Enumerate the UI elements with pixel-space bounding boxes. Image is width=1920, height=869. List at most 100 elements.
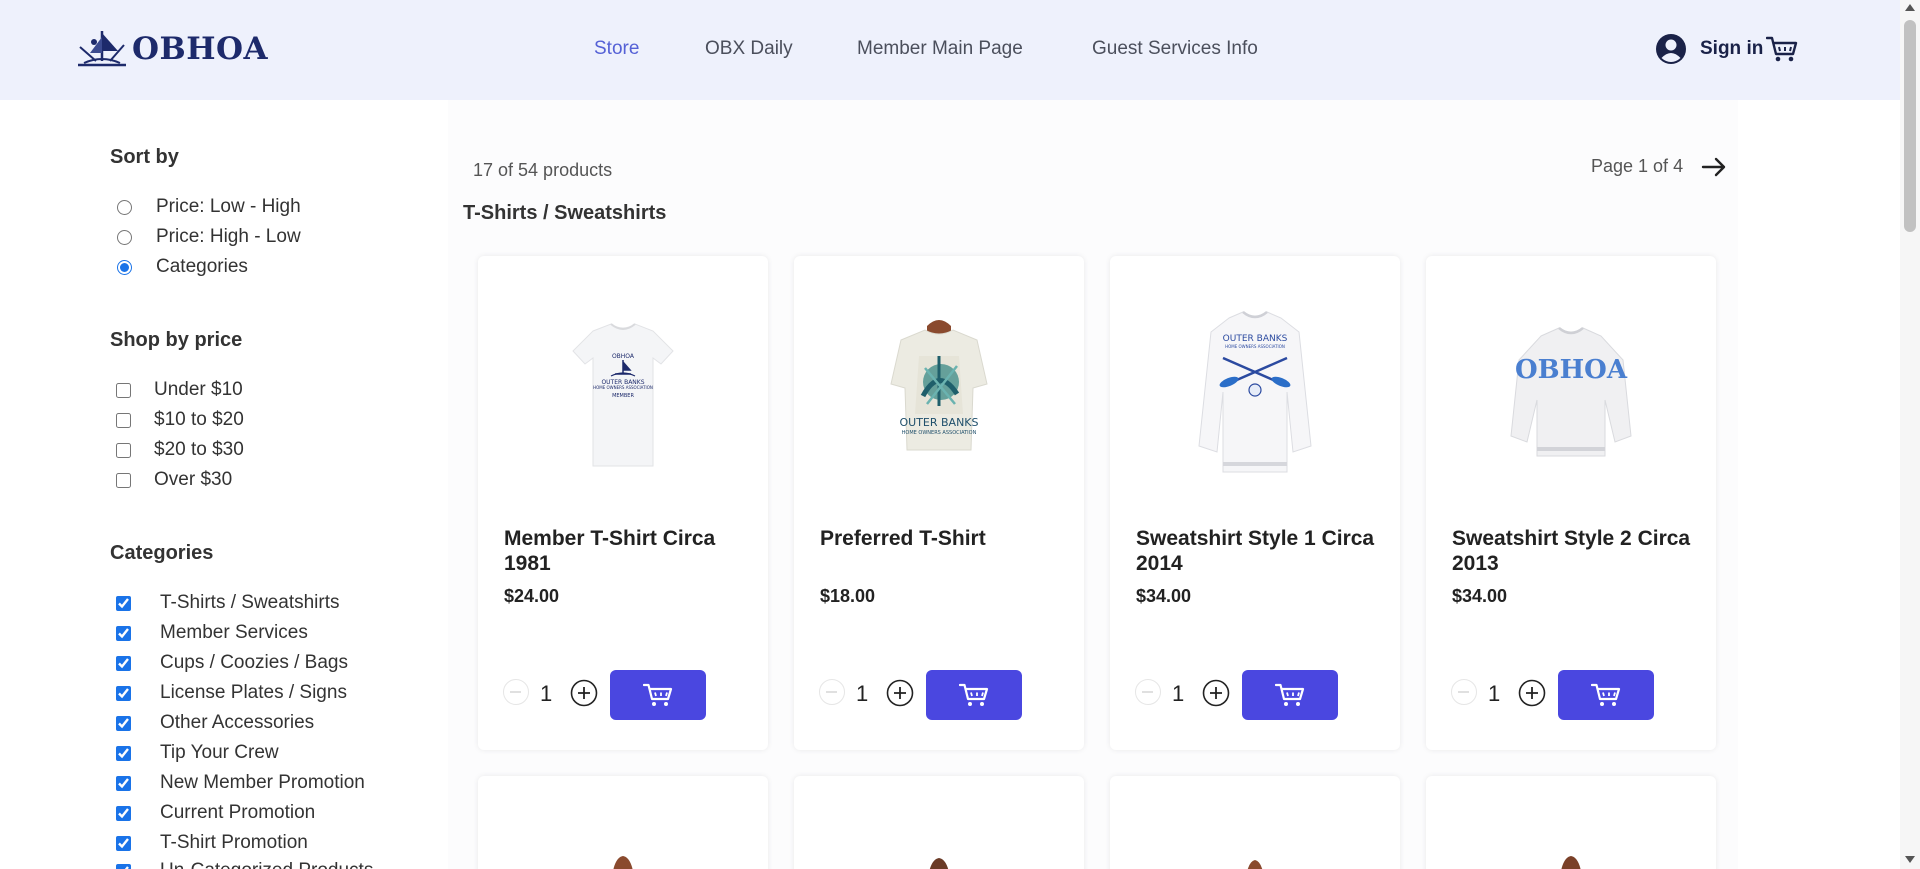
nav-link-guest-services-info[interactable]: Guest Services Info <box>1092 38 1258 60</box>
category-checkbox[interactable] <box>116 805 131 821</box>
add-to-cart-button[interactable] <box>1558 670 1654 720</box>
category-filter-label: License Plates / Signs <box>160 682 347 703</box>
price-filter-label: Over $30 <box>154 469 233 490</box>
cart-icon[interactable] <box>1766 35 1798 63</box>
cart-icon <box>959 683 989 706</box>
product-card[interactable]: OUTER BANKS HOME OWNERS ASSOCIATION Swea… <box>1110 256 1400 750</box>
add-to-cart-button[interactable] <box>926 670 1022 720</box>
product-image-sweatshirt-style-2[interactable]: OBHOA <box>1491 296 1651 486</box>
quantity-decrement-button[interactable] <box>1135 679 1161 705</box>
price-filter-over-30[interactable]: Over $30 <box>116 469 232 491</box>
scrollbar-thumb[interactable] <box>1904 20 1916 232</box>
quantity-decrement-button[interactable] <box>503 679 529 705</box>
product-image-preferred-tshirt[interactable]: OUTER BANKS HOME OWNERS ASSOCIATION <box>859 296 1019 486</box>
scroll-down-arrow-icon[interactable] <box>1905 856 1915 863</box>
category-heading: T-Shirts / Sweatshirts <box>463 202 667 224</box>
product-title[interactable]: Preferred T-Shirt <box>820 526 1060 551</box>
product-card[interactable]: OBHOA OUTER BANKS HOME OWNERS ASSOCIATIO… <box>478 256 768 750</box>
category-filter-label: T-Shirt Promotion <box>160 832 308 853</box>
next-page-arrow-icon[interactable] <box>1701 157 1727 177</box>
category-filter-new-member-promotion[interactable]: New Member Promotion <box>116 772 365 794</box>
category-checkbox[interactable] <box>116 685 131 701</box>
account-area: Sign in <box>1655 33 1798 65</box>
product-title[interactable]: Member T-Shirt Circa 1981 <box>504 526 744 576</box>
category-filter-license-plates[interactable]: License Plates / Signs <box>116 682 347 704</box>
category-filter-uncategorized[interactable]: Un-Categorized Products <box>116 860 373 869</box>
account-user-icon[interactable] <box>1655 33 1687 65</box>
svg-text:OBHOA: OBHOA <box>1515 355 1628 385</box>
product-title[interactable]: Sweatshirt Style 2 Circa 2013 <box>1452 526 1692 576</box>
price-checkbox[interactable] <box>116 382 131 398</box>
svg-text:HOME OWNERS ASSOCIATION: HOME OWNERS ASSOCIATION <box>593 385 653 390</box>
add-to-cart-button[interactable] <box>610 670 706 720</box>
category-checkbox[interactable] <box>116 745 131 761</box>
quantity-increment-icon[interactable] <box>1518 679 1546 707</box>
price-filter-20-to-30[interactable]: $20 to $30 <box>116 439 244 461</box>
product-card[interactable] <box>1110 776 1400 869</box>
add-to-cart-button[interactable] <box>1242 670 1338 720</box>
sort-option-price-high-low[interactable]: Price: High - Low <box>117 226 301 248</box>
quantity-increment-icon[interactable] <box>1202 679 1230 707</box>
sort-option-categories[interactable]: Categories <box>117 256 248 278</box>
nav-link-obx-daily[interactable]: OBX Daily <box>705 38 793 60</box>
category-checkbox[interactable] <box>116 775 131 791</box>
category-filter-tshirt-promotion[interactable]: T-Shirt Promotion <box>116 832 308 854</box>
category-checkbox[interactable] <box>116 595 131 611</box>
category-filter-tshirts[interactable]: T-Shirts / Sweatshirts <box>116 592 340 614</box>
category-filter-tip-your-crew[interactable]: Tip Your Crew <box>116 742 279 764</box>
sort-by-heading: Sort by <box>110 146 179 168</box>
category-filter-other-accessories[interactable]: Other Accessories <box>116 712 314 734</box>
category-checkbox[interactable] <box>116 655 131 671</box>
sort-radio-categories[interactable] <box>117 259 132 275</box>
nav-link-store[interactable]: Store <box>594 38 639 60</box>
product-image-mannequin <box>929 858 949 869</box>
sort-radio-low-high[interactable] <box>117 199 132 215</box>
nav-link-member-main-page[interactable]: Member Main Page <box>857 38 1023 60</box>
product-card[interactable]: OBHOA Sweatshirt Style 2 Circa 2013 $34.… <box>1426 256 1716 750</box>
product-title[interactable]: Sweatshirt Style 1 Circa 2014 <box>1136 526 1376 576</box>
category-filter-current-promotion[interactable]: Current Promotion <box>116 802 315 824</box>
product-card[interactable] <box>794 776 1084 869</box>
scroll-up-arrow-icon[interactable] <box>1905 4 1915 11</box>
sort-option-price-low-high[interactable]: Price: Low - High <box>117 196 301 218</box>
cart-icon <box>1591 683 1621 706</box>
sort-radio-high-low[interactable] <box>117 229 132 245</box>
quantity-increment-icon[interactable] <box>570 679 598 707</box>
page-scrollbar[interactable] <box>1900 0 1920 869</box>
price-checkbox[interactable] <box>116 412 131 428</box>
category-filter-label: Current Promotion <box>160 802 316 823</box>
product-image-sweatshirt-style-1[interactable]: OUTER BANKS HOME OWNERS ASSOCIATION <box>1175 296 1335 486</box>
product-card[interactable] <box>478 776 768 869</box>
quantity-decrement-button[interactable] <box>819 679 845 705</box>
product-image-mannequin <box>1561 856 1581 869</box>
main-nav: Store OBX Daily Member Main Page Guest S… <box>0 38 1900 62</box>
category-filter-label: Tip Your Crew <box>160 742 279 763</box>
product-card[interactable] <box>1426 776 1716 869</box>
product-card[interactable]: OUTER BANKS HOME OWNERS ASSOCIATION Pref… <box>794 256 1084 750</box>
top-navigation-bar: OBHOA Store OBX Daily Member Main Page G… <box>0 0 1900 100</box>
product-image-member-tshirt[interactable]: OBHOA OUTER BANKS HOME OWNERS ASSOCIATIO… <box>543 296 703 486</box>
sort-option-label: Categories <box>156 256 248 277</box>
category-filter-label: Member Services <box>160 622 308 643</box>
product-image-mannequin <box>1247 860 1263 869</box>
price-filter-label: $20 to $30 <box>154 439 244 460</box>
svg-text:MEMBER: MEMBER <box>612 393 634 399</box>
sort-option-label: Price: High - Low <box>156 226 301 247</box>
quantity-value: 1 <box>1488 681 1501 706</box>
quantity-increment-icon[interactable] <box>886 679 914 707</box>
sign-in-link[interactable]: Sign in <box>1700 38 1763 60</box>
category-checkbox[interactable] <box>116 863 131 869</box>
price-checkbox[interactable] <box>116 442 131 458</box>
svg-text:OUTER BANKS: OUTER BANKS <box>1223 334 1288 344</box>
quantity-value: 1 <box>540 681 553 706</box>
category-filter-member-services[interactable]: Member Services <box>116 622 308 644</box>
price-filter-under-10[interactable]: Under $10 <box>116 379 243 401</box>
price-checkbox[interactable] <box>116 472 131 488</box>
category-filter-cups[interactable]: Cups / Coozies / Bags <box>116 652 348 674</box>
price-filter-10-to-20[interactable]: $10 to $20 <box>116 409 244 431</box>
category-checkbox[interactable] <box>116 835 131 851</box>
quantity-decrement-button[interactable] <box>1451 679 1477 705</box>
category-checkbox[interactable] <box>116 625 131 641</box>
category-checkbox[interactable] <box>116 715 131 731</box>
product-count: 17 of 54 products <box>473 160 613 180</box>
